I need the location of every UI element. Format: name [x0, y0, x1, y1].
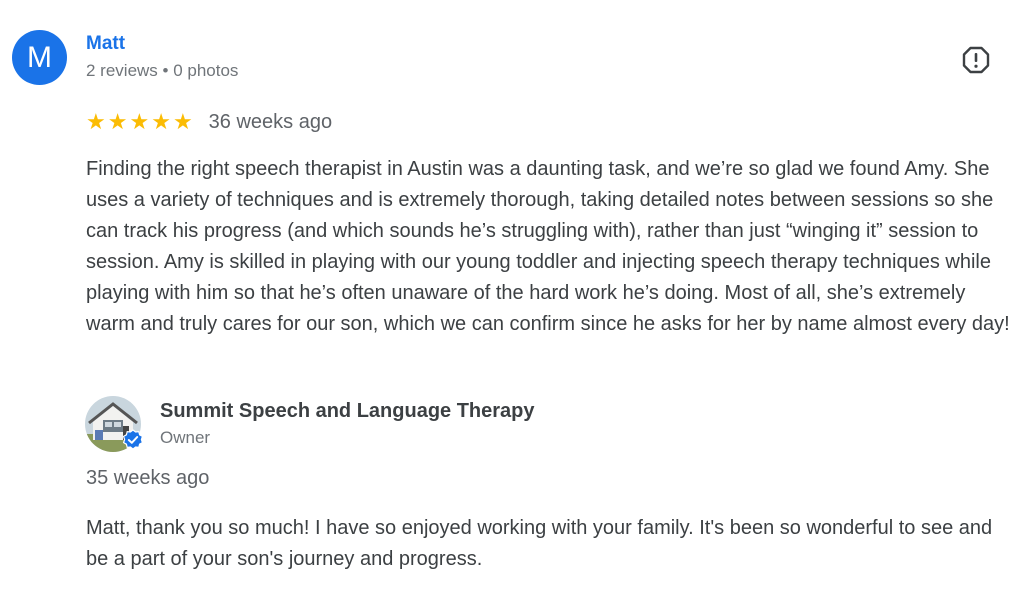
owner-avatar[interactable] [85, 396, 144, 452]
star-icon: ★ [129, 109, 150, 134]
author-name[interactable]: Matt [86, 33, 125, 55]
author-initial: M [27, 40, 52, 74]
author-avatar[interactable]: M [12, 30, 67, 85]
response-time: 35 weeks ago [86, 467, 210, 489]
rating-row: ★ ★ ★ ★ ★ 36 weeks ago [86, 110, 332, 134]
author-meta: 2 reviews • 0 photos [86, 61, 239, 80]
review-card: M Matt 2 reviews • 0 photos ★ ★ ★ ★ ★ 36… [0, 0, 1024, 594]
owner-name[interactable]: Summit Speech and Language Therapy [160, 400, 535, 423]
response-text: Matt, thank you so much! I have so enjoy… [86, 517, 993, 570]
star-rating: ★ ★ ★ ★ ★ [86, 110, 193, 134]
star-icon: ★ [86, 109, 106, 134]
verified-check-icon [122, 429, 144, 451]
review-time: 36 weeks ago [208, 111, 333, 133]
star-icon: ★ [151, 109, 171, 134]
owner-role: Owner [160, 428, 211, 447]
star-icon: ★ [172, 109, 193, 134]
review-text: Finding the right speech therapist in Au… [86, 158, 1010, 335]
star-icon: ★ [107, 109, 128, 134]
report-flag-icon[interactable] [960, 44, 992, 76]
